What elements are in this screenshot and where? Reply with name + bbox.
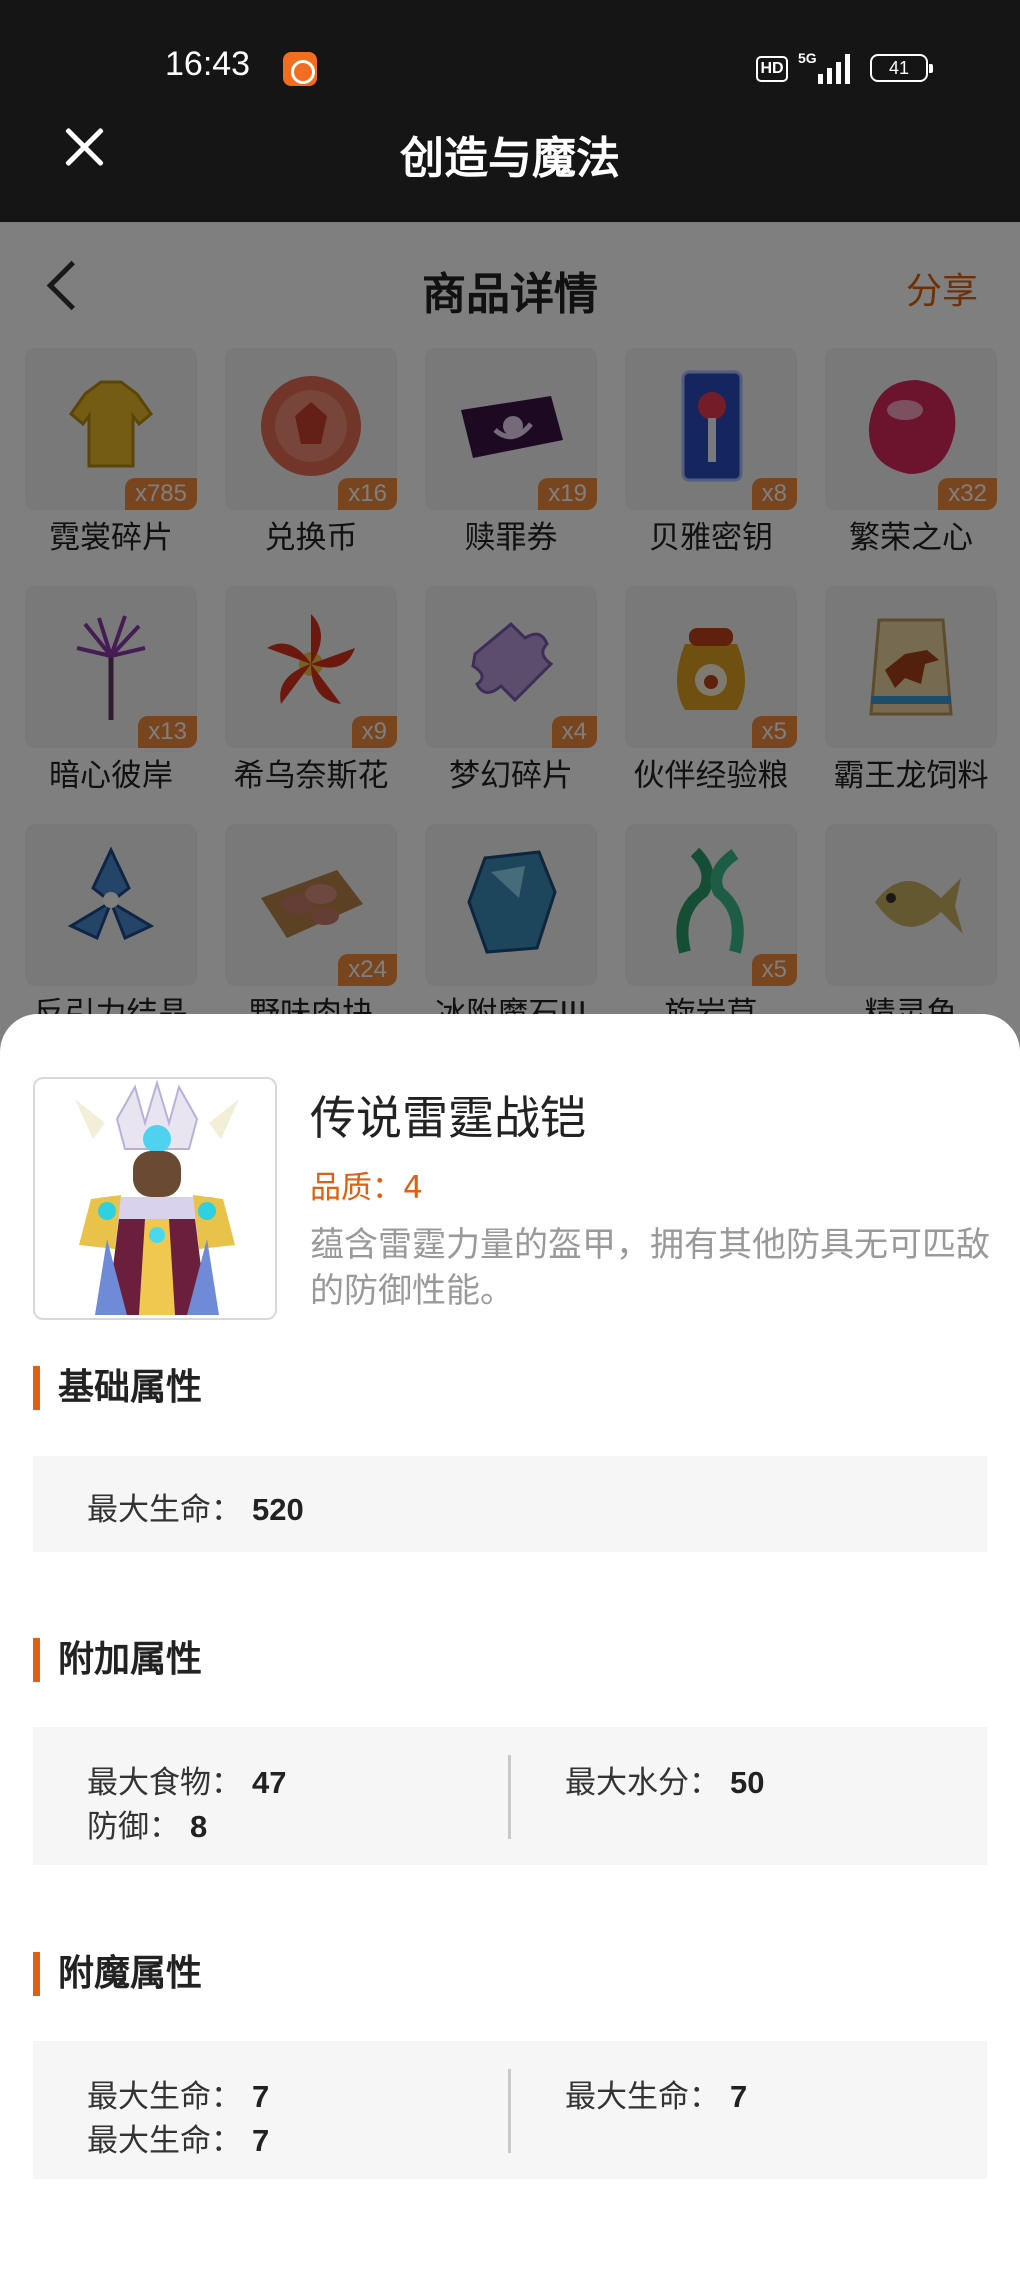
notification-app-icon [283,52,317,86]
attr-enchant-hp: 最大生命： 7 [87,2123,270,2159]
attr-max-food: 最大食物： 47 [87,1765,287,1801]
signal-icon [818,54,852,84]
app-title: 创造与魔法 [400,133,620,184]
status-time: 16:43 [165,45,251,83]
network-type: 5G [798,50,817,66]
divider [508,1755,511,1839]
extra-attributes-title: 附加属性 [33,1638,202,1682]
enchant-attributes-title: 附魔属性 [33,1952,202,1996]
extra-attributes-box: 最大食物： 47 防御： 8 最大水分： 50 [33,1727,987,1865]
divider [508,2069,511,2153]
basic-attributes-title: 基础属性 [33,1366,202,1410]
attr-enchant-hp: 最大生命： 7 [565,2079,748,2115]
item-description: 蕴含雷霆力量的盔甲，拥有其他防具无可匹敌的防御性能。 [310,1225,990,1311]
attr-enchant-hp: 最大生命： 7 [87,2079,270,2115]
item-quality: 品质：4 [310,1170,423,1206]
enchant-attributes-box: 最大生命： 7 最大生命： 7 最大生命： 7 [33,2041,987,2179]
app-screen: 16:43 HD 5G 41 创造与魔法 商品详情 分享 x785霓裳碎片x16… [0,0,1020,2278]
attr-defense: 防御： 8 [87,1809,208,1845]
hd-icon: HD [756,56,788,82]
battery-icon: 41 [870,54,933,82]
attr-max-water: 最大水分： 50 [565,1765,765,1801]
status-bar: 16:43 HD 5G 41 [0,0,1020,120]
item-image [33,1077,277,1320]
basic-attributes-box: 最大生命： 520 [33,1456,987,1552]
item-name: 传说雷霆战铠 [310,1091,586,1145]
thunder-armor-figure-icon [75,1079,239,1315]
attr-max-hp: 最大生命： 520 [87,1492,304,1528]
